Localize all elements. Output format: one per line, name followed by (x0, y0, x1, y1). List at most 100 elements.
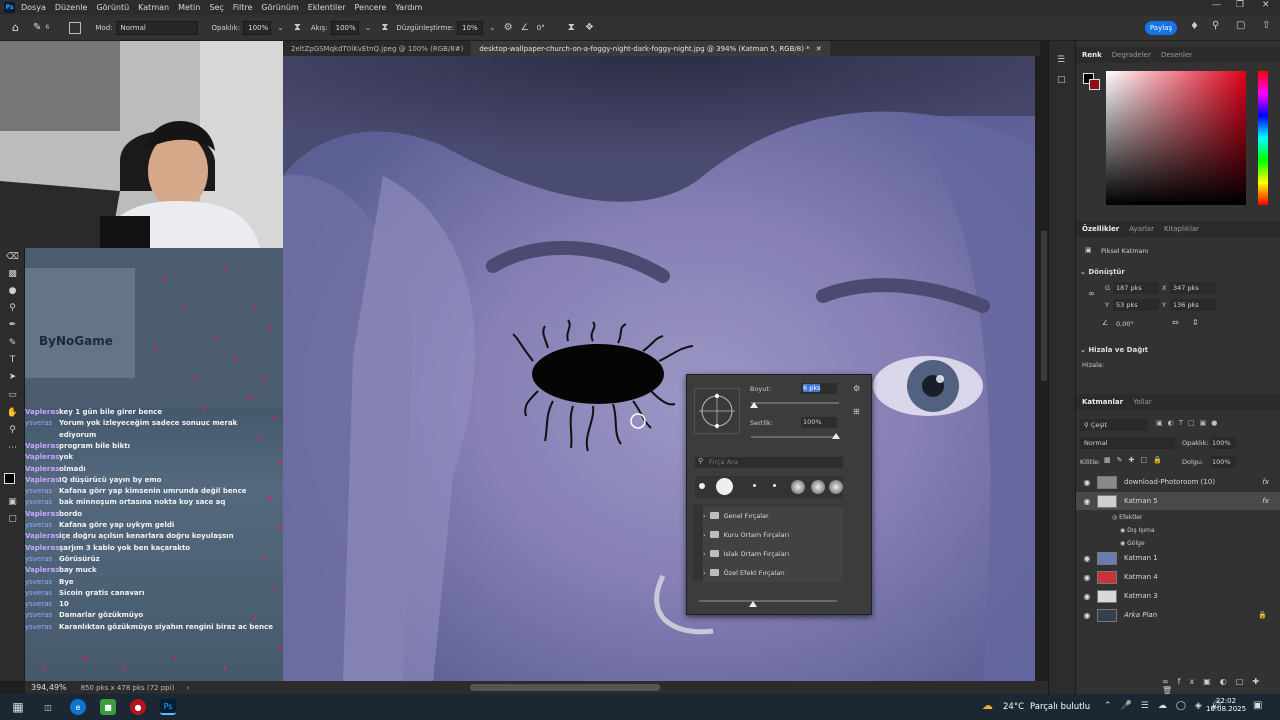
chevron-right-icon[interactable]: › (186, 684, 189, 692)
chat-username[interactable]: ysverаs (25, 600, 55, 608)
eye-icon[interactable]: ◉ (1080, 497, 1094, 506)
menu-metin[interactable]: Metin (178, 3, 200, 12)
recent-brush-icon[interactable] (791, 480, 805, 494)
brush-tool-icon[interactable]: ✎ (33, 22, 41, 33)
layer-row[interactable]: ◉ download-Photoroom (10) fx (1076, 473, 1280, 491)
menu-gorunum[interactable]: Görünüm (261, 3, 298, 12)
smoothing-input[interactable]: 10% (457, 20, 484, 35)
menu-dosya[interactable]: Dosya (21, 3, 46, 12)
tab-document-1[interactable]: 2eltZpGSMqkdT0lKvEtnQ.jpeg @ 100% (RGB/8… (283, 41, 471, 56)
share-button[interactable]: Paylaş (1145, 21, 1177, 35)
transform-section-title[interactable]: ⌄ Dönüştür (1080, 268, 1125, 276)
clock[interactable]: 22:02 10.08.2025 (1206, 697, 1246, 713)
menu-duzenle[interactable]: Düzenle (55, 3, 88, 12)
recent-brush-icon[interactable] (716, 478, 733, 495)
fill-input[interactable]: 100% (1210, 456, 1236, 468)
chat-username[interactable]: ysverаs (25, 578, 55, 586)
eye-icon[interactable]: ◉ (1080, 478, 1094, 487)
folder-dry-media-brushes[interactable]: › Kuru Ortam Fırçaları (703, 525, 843, 544)
brush-size-slider-handle[interactable] (750, 402, 758, 408)
hand-tool-icon[interactable]: ✋ (6, 407, 19, 420)
layer-row[interactable]: ◉ Katman 5 fx (1076, 492, 1280, 510)
type-tool-icon[interactable]: T (6, 354, 19, 367)
x-input[interactable]: 347 pks (1170, 282, 1216, 294)
chat-username[interactable]: ysverаs (25, 589, 55, 597)
chat-username[interactable]: ysverаs (25, 521, 55, 529)
more-tools-icon[interactable]: ⋯ (6, 442, 19, 455)
blend-mode-select[interactable]: Normal (1080, 437, 1175, 449)
chevron-down-icon[interactable]: ⌄ (365, 23, 372, 32)
folder-general-brushes[interactable]: › Genel Fırçalar (703, 506, 843, 525)
layer-row[interactable]: ◉ Arka Plan 🔒 (1076, 606, 1280, 624)
airbrush-icon[interactable]: ⧗ (381, 22, 388, 33)
brush-search-input[interactable]: Fırça Ara (695, 457, 843, 468)
freeform-pen-icon[interactable]: ✎ (6, 337, 19, 350)
layer-effects-indicator[interactable]: fx (1262, 478, 1269, 486)
weather-icon[interactable]: ☁ (982, 699, 993, 712)
bell-icon[interactable]: ♦ (1190, 21, 1199, 32)
lock-icons[interactable]: ▦✎✚□🔒 (1104, 456, 1168, 464)
tab-paths[interactable]: Yollar (1133, 398, 1152, 406)
tab-properties[interactable]: Özellikler (1082, 225, 1119, 233)
hardness-slider[interactable] (751, 436, 839, 438)
background-color-swatch[interactable] (1089, 79, 1100, 90)
menu-sec[interactable]: Seç (209, 3, 223, 12)
zoom-level[interactable]: 394,49% (31, 683, 67, 692)
new-preset-icon[interactable]: ⊞ (853, 407, 860, 416)
flow-input[interactable]: 100% (330, 20, 359, 35)
layer-filter-select[interactable]: ⚲ Çeşit (1080, 419, 1148, 431)
menu-eklentiler[interactable]: Eklentiler (308, 3, 346, 12)
windows-start-icon[interactable]: ▦ (10, 699, 26, 715)
brush-settings-icon[interactable] (69, 21, 82, 34)
effect-drop-shadow[interactable]: ◉ Gölge (1120, 540, 1145, 547)
menu-filtre[interactable]: Filtre (233, 3, 253, 12)
layer-filter-icons[interactable]: ▣◐T□▣● (1156, 419, 1222, 427)
eye-icon[interactable]: ◉ (1080, 554, 1094, 563)
restore-icon[interactable]: ❐ (1236, 0, 1244, 10)
chat-username[interactable]: Vaplerаs (25, 476, 59, 484)
eraser-tool-icon[interactable]: ⌫ (6, 251, 19, 264)
eye-icon[interactable]: ◉ (1080, 573, 1094, 582)
tab-document-2[interactable]: desktop-wallpaper-church-on-a-foggy-nigh… (471, 41, 830, 56)
flip-vertical-icon[interactable]: ⇕ (1192, 318, 1199, 327)
layer-row[interactable]: ◉ Katman 3 (1076, 587, 1280, 605)
link-icon[interactable]: ∞ (1088, 289, 1095, 298)
close-tab-icon[interactable]: ✕ (816, 45, 822, 53)
recent-brush-icon[interactable] (753, 484, 756, 487)
foreground-color-swatch[interactable] (4, 473, 15, 484)
recent-brush-icon[interactable] (811, 480, 825, 494)
flip-horizontal-icon[interactable]: ⇔ (1172, 318, 1179, 327)
gear-icon[interactable]: ⚙ (504, 22, 513, 33)
chat-username[interactable]: ysverаs (25, 419, 55, 427)
chat-username[interactable]: ysverаs (25, 555, 55, 563)
preview-size-slider[interactable] (699, 600, 837, 602)
comments-icon[interactable]: □ (1057, 75, 1066, 85)
tab-patterns[interactable]: Desenler (1161, 51, 1192, 59)
vertical-scrollbar[interactable] (1041, 231, 1047, 381)
y-input[interactable]: 136 pks (1170, 299, 1216, 311)
dodge-tool-icon[interactable]: ⚲ (6, 302, 19, 315)
photoshop-taskbar-icon[interactable]: Ps (160, 699, 176, 715)
mode-select[interactable]: Normal (115, 20, 198, 35)
canvas-area[interactable] (283, 56, 1035, 682)
effects-label[interactable]: ◎ Efektler (1112, 514, 1142, 521)
history-icon[interactable]: ☰ (1057, 55, 1065, 65)
search-icon[interactable]: ⚲ (1212, 20, 1219, 31)
chat-username[interactable]: ysverаs (25, 487, 55, 495)
folder-wet-media-brushes[interactable]: › Islak Ortam Fırçaları (703, 544, 843, 563)
hardness-input[interactable]: 100% (801, 417, 837, 428)
menu-goruntu[interactable]: Görüntü (96, 3, 129, 12)
pen-tool-icon[interactable]: ✒ (6, 319, 19, 332)
tab-layers[interactable]: Katmanlar (1082, 398, 1123, 406)
share-icon[interactable]: ⇧ (1262, 20, 1270, 31)
recent-brush-icon[interactable] (699, 483, 705, 489)
menu-katman[interactable]: Katman (138, 3, 169, 12)
symmetry-icon[interactable]: ❖ (585, 22, 594, 33)
tab-adjustments[interactable]: Ayarlar (1129, 225, 1154, 233)
chat-username[interactable]: Vaplerаs (25, 544, 59, 552)
minimize-icon[interactable]: — (1212, 0, 1221, 10)
hardness-slider-handle[interactable] (832, 433, 840, 439)
chat-username[interactable]: Vaplerаs (25, 408, 59, 416)
menu-pencere[interactable]: Pencere (355, 3, 387, 12)
gear-icon[interactable]: ⚙ (853, 384, 860, 393)
